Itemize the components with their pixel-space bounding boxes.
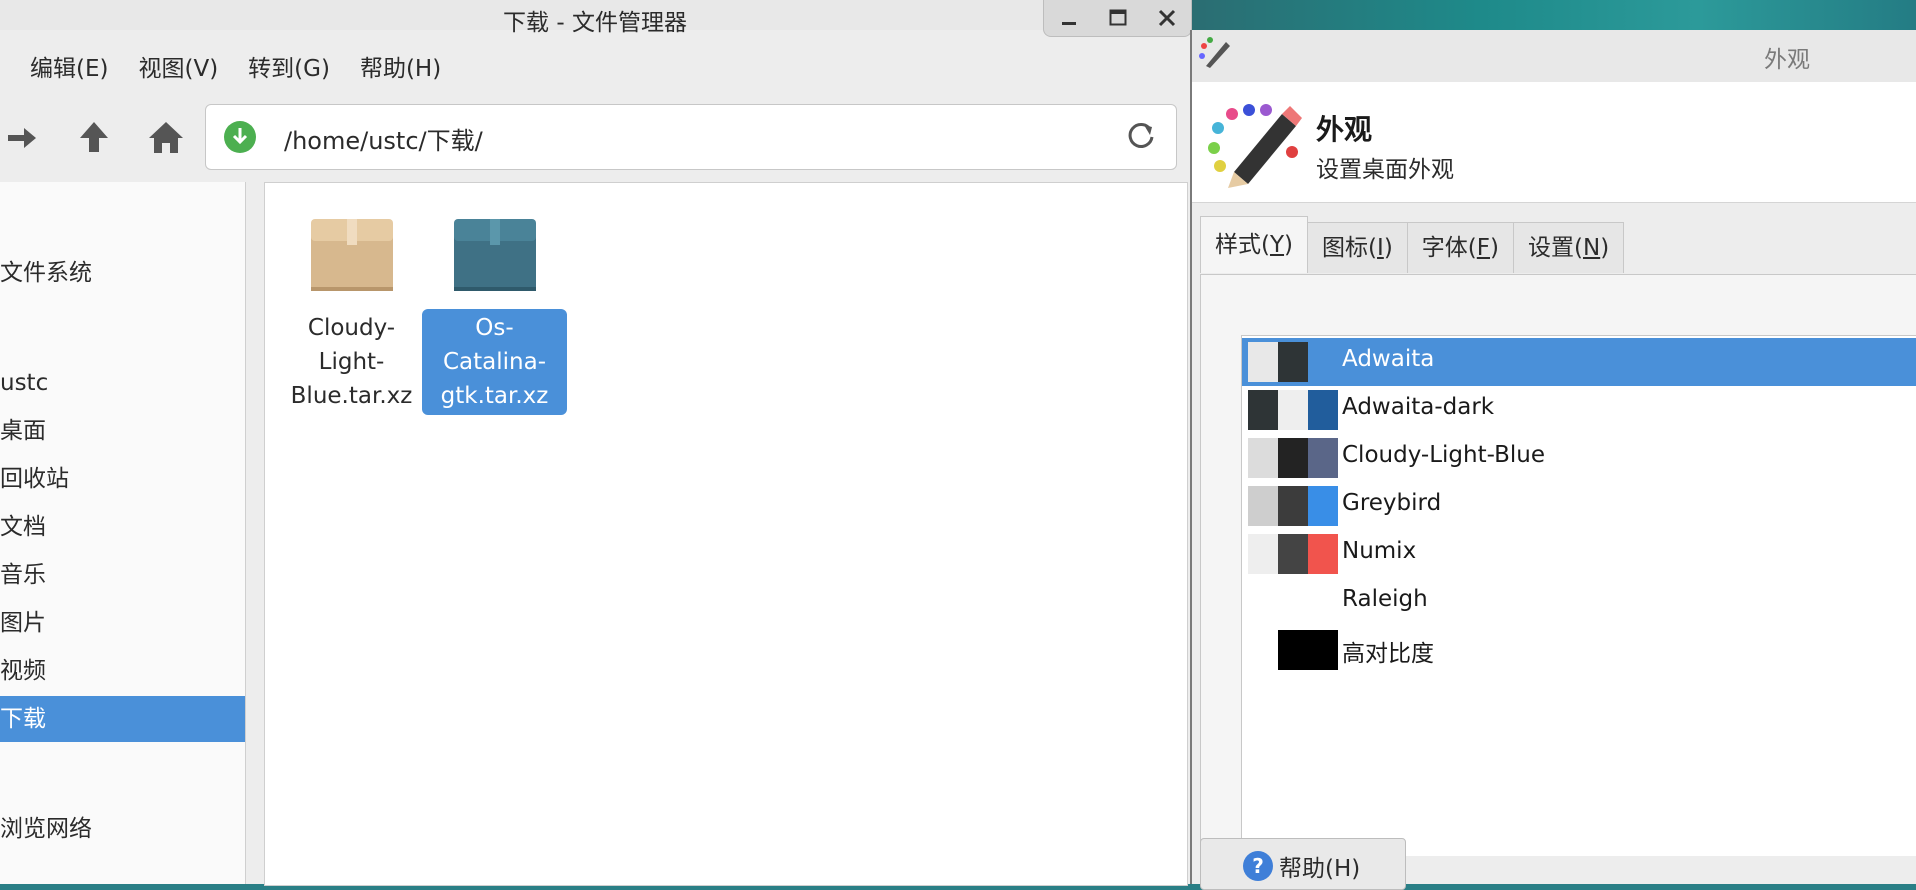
file-manager-window: 下载 - 文件管理器 编辑(E) 视图(V) 转到(G) 帮助(H) /home…	[0, 0, 1192, 886]
file-manager-titlebar[interactable]: 下载 - 文件管理器	[0, 0, 1190, 36]
style-tab-panel: Adwaita Adwaita-dark Cloudy-Light-Blue Grey…	[1200, 274, 1916, 856]
theme-row[interactable]: Numix	[1242, 530, 1916, 578]
theme-color-swatch	[1278, 582, 1308, 622]
theme-color-swatch	[1278, 342, 1308, 382]
minimize-icon[interactable]	[1055, 4, 1083, 32]
theme-name: Cloudy-Light-Blue	[1342, 442, 1545, 468]
appearance-tabs: 样式(Y) 图标(I) 字体(F) 设置(N)	[1200, 216, 1625, 274]
sidebar-item-documents[interactable]: 文档	[0, 504, 245, 550]
file-item[interactable]: Os-Catalina- gtk.tar.xz	[422, 183, 567, 415]
theme-color-swatch	[1308, 534, 1338, 574]
theme-row[interactable]: 高对比度	[1242, 626, 1916, 674]
appearance-palette-icon	[1204, 100, 1304, 190]
theme-list: Adwaita Adwaita-dark Cloudy-Light-Blue Grey…	[1241, 335, 1916, 856]
theme-name: Numix	[1342, 538, 1417, 564]
address-path: /home/ustc/下载/	[284, 127, 483, 155]
package-teal-icon	[452, 217, 538, 293]
appearance-titlebar[interactable]: 外观	[1192, 30, 1916, 82]
address-bar[interactable]: /home/ustc/下载/	[205, 104, 1177, 170]
theme-color-swatch	[1308, 582, 1338, 622]
download-location-icon	[224, 121, 256, 153]
menu-bar: 编辑(E) 视图(V) 转到(G) 帮助(H)	[0, 48, 441, 90]
appearance-header-subtitle: 设置桌面外观	[1316, 157, 1454, 183]
window-controls	[1043, 0, 1192, 37]
theme-color-swatch	[1308, 342, 1338, 382]
desktop-background	[1190, 0, 1916, 30]
appearance-window: 外观 外观 设置桌面外观 样式(Y) 图标(I) 字体(F) 设置(N) Adw…	[1190, 30, 1916, 890]
up-arrow-icon[interactable]	[72, 116, 116, 160]
help-button[interactable]: ? 帮助(H)	[1200, 838, 1406, 890]
sidebar-item-trash[interactable]: 回收站	[0, 456, 245, 502]
theme-name: Adwaita-dark	[1342, 394, 1495, 420]
theme-row[interactable]: Raleigh	[1242, 578, 1916, 626]
appearance-window-title: 外观	[1764, 47, 1810, 73]
file-name-line: Blue.tar.xz	[290, 383, 413, 409]
sidebar-item-desktop[interactable]: 桌面	[0, 408, 245, 454]
tab-settings[interactable]: 设置(N)	[1513, 222, 1625, 273]
theme-color-swatch	[1278, 438, 1308, 478]
forward-icon[interactable]	[0, 116, 44, 160]
help-button-label: 帮助(H)	[1279, 856, 1361, 882]
theme-row[interactable]: Cloudy-Light-Blue	[1242, 434, 1916, 482]
sidebar-item-filesystem[interactable]: 文件系统	[0, 250, 245, 296]
sidebar-item-videos[interactable]: 视频	[0, 648, 245, 694]
menu-help[interactable]: 帮助(H)	[360, 48, 441, 90]
theme-color-swatch	[1308, 438, 1338, 478]
menu-view[interactable]: 视图(V)	[138, 48, 218, 90]
file-name-line: Cloudy-Light-	[307, 315, 396, 375]
appearance-header: 外观 设置桌面外观	[1192, 82, 1916, 203]
theme-color-swatch	[1248, 390, 1278, 430]
sidebar-item-network[interactable]: 浏览网络	[0, 806, 245, 852]
sidebar-item-ustc[interactable]: ustc	[0, 360, 245, 406]
theme-color-swatch	[1278, 630, 1308, 670]
theme-name: Raleigh	[1342, 586, 1428, 612]
theme-color-swatch	[1248, 438, 1278, 478]
reload-icon[interactable]	[1124, 119, 1158, 153]
maximize-icon[interactable]	[1104, 4, 1132, 32]
theme-name: Adwaita	[1342, 346, 1435, 372]
tab-icons[interactable]: 图标(I)	[1307, 222, 1408, 273]
window-title: 下载 - 文件管理器	[503, 10, 687, 36]
theme-color-swatch	[1278, 390, 1308, 430]
theme-color-swatch	[1248, 534, 1278, 574]
tab-style[interactable]: 样式(Y)	[1200, 216, 1309, 273]
theme-row[interactable]: Greybird	[1242, 482, 1916, 530]
menu-go[interactable]: 转到(G)	[248, 48, 330, 90]
package-beige-icon	[309, 217, 395, 293]
file-name-line: Os-Catalina-	[442, 315, 547, 375]
sidebar-item-music[interactable]: 音乐	[0, 552, 245, 598]
theme-color-swatch	[1278, 534, 1308, 574]
home-icon[interactable]	[144, 116, 188, 160]
tab-fonts[interactable]: 字体(F)	[1406, 222, 1514, 273]
theme-color-swatch	[1248, 486, 1278, 526]
theme-color-swatch	[1308, 390, 1338, 430]
theme-color-swatch	[1308, 630, 1338, 670]
theme-color-swatch	[1248, 342, 1278, 382]
help-icon: ?	[1243, 851, 1273, 881]
file-name-line: gtk.tar.xz	[440, 383, 549, 409]
sidebar-item-pictures[interactable]: 图片	[0, 600, 245, 646]
appearance-header-title: 外观	[1316, 113, 1373, 146]
sidebar-item-downloads[interactable]: 下载	[0, 696, 245, 742]
theme-name: 高对比度	[1342, 641, 1434, 667]
appearance-small-icon	[1196, 34, 1232, 70]
theme-row[interactable]: Adwaita	[1242, 338, 1916, 386]
close-icon[interactable]	[1153, 4, 1181, 32]
theme-color-swatch	[1248, 630, 1278, 670]
theme-color-swatch	[1248, 582, 1278, 622]
theme-color-swatch	[1278, 486, 1308, 526]
sidebar: 文件系统 ustc 桌面 回收站 文档 音乐 图片 视频 下载 浏览网络	[0, 182, 246, 884]
theme-row[interactable]: Adwaita-dark	[1242, 386, 1916, 434]
menu-edit[interactable]: 编辑(E)	[30, 48, 108, 90]
theme-name: Greybird	[1342, 490, 1442, 516]
pane-splitter[interactable]	[246, 182, 264, 884]
file-view: Cloudy-Light- Blue.tar.xz Os-Catalina- g…	[264, 182, 1188, 886]
file-item[interactable]: Cloudy-Light- Blue.tar.xz	[279, 183, 424, 415]
theme-color-swatch	[1308, 486, 1338, 526]
